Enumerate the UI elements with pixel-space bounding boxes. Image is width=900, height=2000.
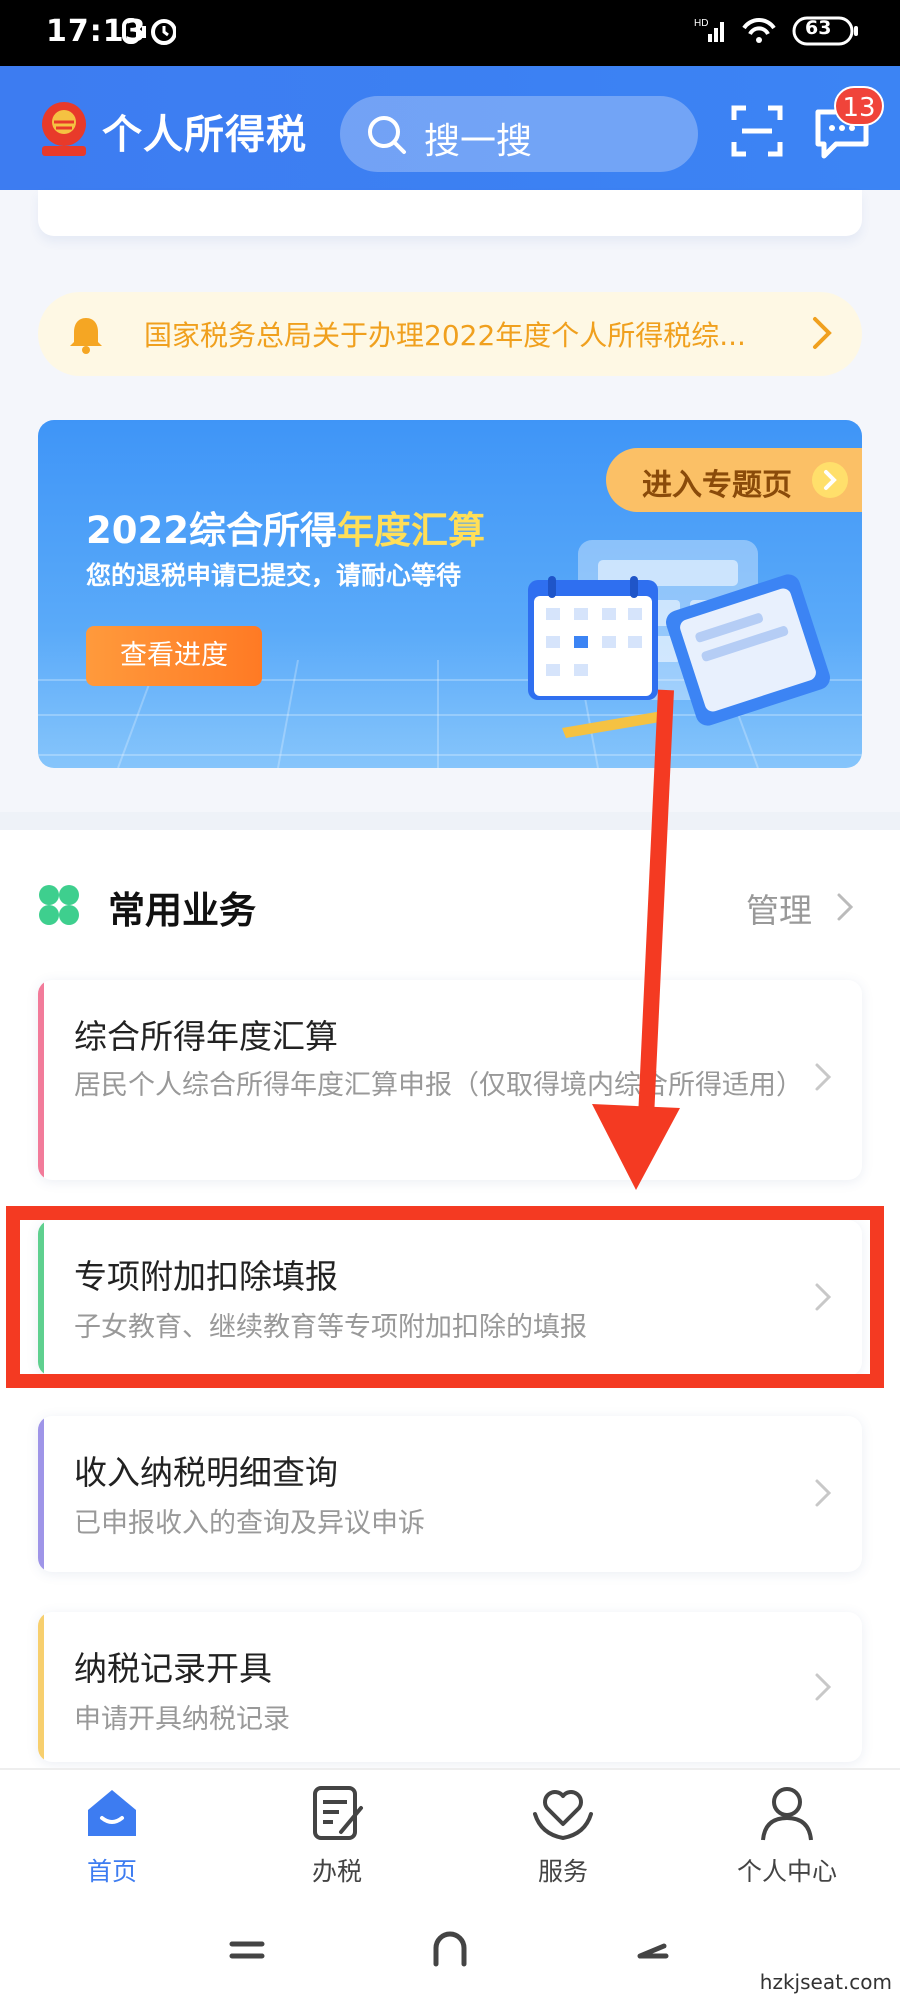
banner-title-highlight: 年度汇算 bbox=[336, 509, 485, 552]
highlight-annotation-box bbox=[6, 1206, 884, 1388]
search-placeholder: 搜一搜 bbox=[424, 121, 533, 162]
view-progress-button[interactable]: 查看进度 bbox=[86, 626, 262, 686]
business-description: 居民个人综合所得年度汇算申报（仅取得境内综合所得适用） bbox=[74, 1070, 803, 1101]
tab-service[interactable]: 服务 bbox=[488, 1784, 638, 1888]
annual-settlement-banner[interactable]: 进入专题页 2022综合所得年度汇算 您的退税申请已提交，请耐心等待 查看进度 bbox=[38, 420, 862, 768]
svg-text:HD: HD bbox=[694, 18, 708, 29]
banner-title-prefix: 2022综合所得 bbox=[86, 509, 337, 552]
tab-tax[interactable]: 办税 bbox=[262, 1784, 412, 1888]
status-right-icons: HD 63 bbox=[694, 14, 864, 52]
tab-label: 办税 bbox=[311, 1857, 362, 1886]
tab-profile[interactable]: 个人中心 bbox=[712, 1784, 862, 1888]
arrow-circle-icon bbox=[812, 462, 848, 502]
heart-hand-icon bbox=[533, 1790, 593, 1841]
business-title: 纳税记录开具 bbox=[74, 1649, 272, 1688]
tab-label: 首页 bbox=[86, 1857, 137, 1886]
business-card[interactable]: 综合所得年度汇算 居民个人综合所得年度汇算申报（仅取得境内综合所得适用） bbox=[38, 980, 862, 1180]
four-petal-icon bbox=[38, 884, 80, 930]
chevron-right-icon[interactable] bbox=[836, 892, 854, 926]
watermark-text: hzkjseat.com bbox=[759, 1970, 892, 1994]
home-icon bbox=[88, 1790, 136, 1836]
business-card[interactable]: 收入纳税明细查询 已申报收入的查询及异议申诉 bbox=[38, 1416, 862, 1572]
notice-bar[interactable]: 国家税务总局关于办理2022年度个人所得税综... bbox=[38, 292, 862, 376]
bell-icon bbox=[68, 314, 104, 358]
business-card[interactable]: 纳税记录开具 申请开具纳税记录 bbox=[38, 1612, 862, 1762]
home-nav-icon[interactable] bbox=[433, 1931, 467, 1967]
chevron-right-icon bbox=[814, 1672, 832, 1706]
search-box[interactable]: 搜一搜 bbox=[340, 96, 698, 172]
status-bar: 17:13 HD 63 bbox=[0, 0, 900, 66]
notice-text: 国家税务总局关于办理2022年度个人所得税综... bbox=[144, 319, 746, 352]
tab-home[interactable]: 首页 bbox=[37, 1784, 187, 1888]
search-icon bbox=[366, 114, 408, 160]
business-title: 收入纳税明细查询 bbox=[74, 1453, 338, 1492]
calendar-illustration bbox=[528, 540, 830, 738]
chevron-right-icon bbox=[812, 316, 832, 354]
business-title: 综合所得年度汇算 bbox=[74, 1017, 338, 1056]
status-left-icons bbox=[122, 16, 177, 50]
manage-link[interactable]: 管理 bbox=[746, 884, 812, 932]
business-description: 已申报收入的查询及异议申诉 bbox=[74, 1508, 425, 1539]
section-divider bbox=[0, 812, 900, 830]
tab-label: 个人中心 bbox=[736, 1857, 837, 1886]
card-accent bbox=[38, 1612, 44, 1762]
banner-title: 2022综合所得年度汇算 bbox=[86, 500, 485, 554]
quick-entry-card bbox=[38, 190, 862, 236]
app-title: 个人所得税 bbox=[102, 112, 307, 158]
card-accent bbox=[38, 1416, 44, 1572]
business-description: 申请开具纳税记录 bbox=[74, 1704, 290, 1735]
battery-level: 63 bbox=[805, 17, 832, 39]
tab-label: 服务 bbox=[537, 1857, 588, 1886]
banner-subtitle: 您的退税申请已提交，请耐心等待 bbox=[86, 561, 462, 590]
bottom-tab-bar: 首页 办税 服务 个人中心 bbox=[0, 1768, 900, 1894]
person-icon bbox=[761, 1787, 813, 1841]
chevron-right-icon bbox=[814, 1478, 832, 1512]
app-header: 个人所得税 搜一搜 13 bbox=[0, 66, 900, 190]
topic-page-label: 进入专题页 bbox=[642, 468, 792, 503]
card-accent bbox=[38, 980, 44, 1180]
topic-page-tag[interactable]: 进入专题页 bbox=[606, 448, 862, 512]
section-title: 常用业务 bbox=[108, 889, 256, 932]
back-nav-icon[interactable] bbox=[637, 1943, 669, 1959]
message-badge: 13 bbox=[834, 86, 884, 126]
tax-emblem-icon bbox=[36, 98, 92, 162]
scan-icon[interactable] bbox=[730, 104, 784, 162]
menu-nav-icon[interactable] bbox=[229, 1941, 265, 1959]
chevron-right-icon bbox=[814, 1062, 832, 1096]
document-edit-icon bbox=[313, 1786, 363, 1840]
